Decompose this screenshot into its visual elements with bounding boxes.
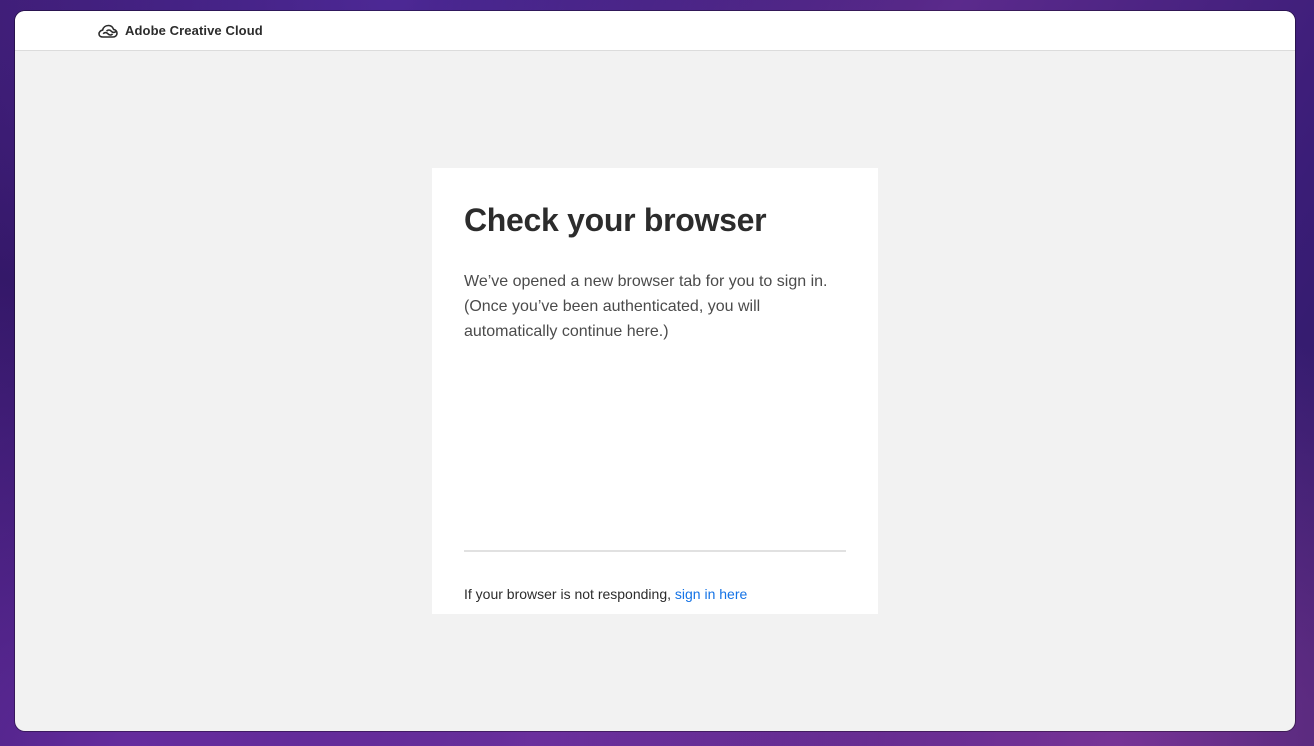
fallback-text: If your browser is not responding, bbox=[464, 586, 675, 602]
sign-in-here-link[interactable]: sign in here bbox=[675, 586, 747, 602]
brand-name: Adobe Creative Cloud bbox=[125, 23, 263, 38]
brand: Adobe Creative Cloud bbox=[98, 23, 263, 38]
page-title: Check your browser bbox=[464, 202, 767, 238]
fallback-prompt: If your browser is not responding, sign … bbox=[464, 586, 747, 602]
creative-cloud-logo-icon bbox=[98, 24, 118, 38]
instruction-message: We’ve opened a new browser tab for you t… bbox=[464, 273, 828, 340]
title-bar: Adobe Creative Cloud bbox=[15, 11, 1295, 51]
app-window: Adobe Creative Cloud Check your browser … bbox=[15, 11, 1295, 731]
sign-in-card: Check your browser We’ve opened a new br… bbox=[432, 168, 878, 614]
divider bbox=[464, 550, 846, 552]
